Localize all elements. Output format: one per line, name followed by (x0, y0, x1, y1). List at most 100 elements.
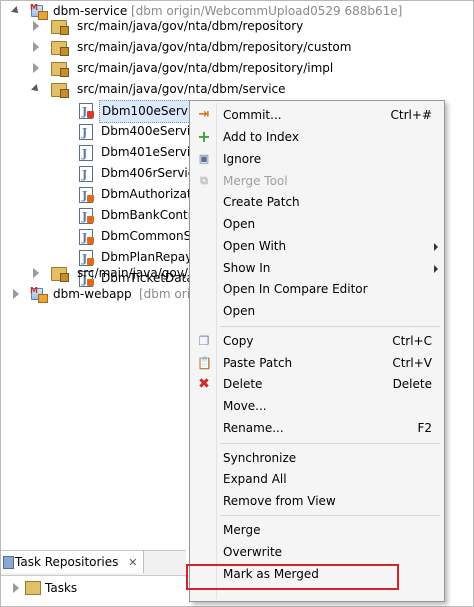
tab-task-repositories[interactable]: Task Repositories ✕ (1, 551, 145, 574)
tree-item-file[interactable]: Dbm401eServic (77, 142, 197, 164)
collapse-arrow-icon[interactable] (11, 289, 21, 299)
menu-item-merge-tool[interactable]: ⧉ Merge Tool (190, 171, 444, 192)
package-label: src/main/java/gov/nta/dbm/repository/cus… (77, 40, 352, 54)
file-label: DbmCommonS (101, 229, 192, 243)
menu-item-open[interactable]: Open (190, 214, 444, 235)
menu-item-synchronize[interactable]: Synchronize (190, 448, 444, 469)
menu-item-label: Expand All (223, 472, 287, 486)
expand-arrow-icon[interactable] (11, 6, 21, 16)
menu-item-label: Open With (223, 239, 287, 253)
collapse-arrow-icon[interactable] (31, 268, 41, 278)
menu-item-label: Rename... (223, 421, 284, 435)
submenu-arrow-icon (434, 243, 438, 251)
menu-item-merge[interactable]: Merge (190, 520, 444, 541)
tree-item-package[interactable]: src/main/java/gov/nta/dbm/repository (31, 16, 471, 37)
menu-item-label: Ignore (223, 152, 262, 166)
commit-icon: ⇥ (198, 107, 210, 122)
file-label: Dbm100eServic (99, 100, 201, 123)
close-icon[interactable]: ✕ (128, 552, 137, 574)
file-label: Dbm400eServic (101, 124, 197, 138)
java-file-modified-icon (79, 227, 94, 248)
menu-item-label: Merge (223, 523, 261, 537)
bottom-view-tabbar: Task Repositories ✕ (1, 550, 186, 576)
menu-item-move[interactable]: Move... (190, 396, 444, 417)
menu-item-label: Synchronize (223, 451, 297, 465)
menu-item-shortcut: Ctrl+C (392, 334, 432, 348)
file-label: DbmBankContr (101, 208, 193, 222)
package-icon (51, 41, 69, 56)
menu-item-open-in-compare-editor[interactable]: Open In Compare Editor (190, 279, 444, 300)
menu-item-shortcut: Delete (392, 377, 432, 391)
menu-item-delete[interactable]: ✖ Delete Delete (190, 374, 444, 395)
folder-icon (25, 581, 41, 595)
tree-item-file[interactable]: Dbm400eServic (77, 121, 197, 143)
tree-item-package[interactable]: src/main/java/gov/nta/dbm/r (31, 263, 247, 284)
menu-item-label: Open (223, 304, 256, 318)
file-label: Dbm406rServic (101, 166, 195, 180)
menu-item-commit[interactable]: ⇥ Commit... Ctrl+# (190, 105, 444, 126)
java-file-icon (79, 122, 93, 143)
menu-item-overwrite[interactable]: Overwrite (190, 542, 444, 563)
tree-item-file[interactable]: DbmBankContr (77, 205, 193, 227)
java-file-modified-icon (79, 185, 94, 206)
task-repository-icon (3, 556, 14, 569)
delete-icon: ✖ (198, 376, 210, 392)
ignore-icon: ▣ (198, 152, 210, 165)
menu-item-paste-patch[interactable]: 📋 Paste Patch Ctrl+V (190, 353, 444, 374)
tree-item-package[interactable]: src/main/java/gov/nta/dbm/repository/cus… (31, 37, 471, 58)
context-menu: ⇥ Commit... Ctrl+# + Add to Index ▣ Igno… (189, 100, 445, 602)
menu-item-ignore[interactable]: ▣ Ignore (190, 149, 444, 170)
tree-item-package-service[interactable]: src/main/java/gov/nta/dbm/service (31, 79, 471, 100)
menu-item-label: Merge Tool (223, 174, 288, 188)
tree-item-file[interactable]: DbmCommonS (77, 226, 192, 248)
menu-separator (220, 515, 440, 516)
menu-item-label: Delete (223, 377, 263, 391)
menu-item-rename[interactable]: Rename... F2 (190, 418, 444, 439)
collapse-arrow-icon[interactable] (31, 63, 41, 73)
menu-item-shortcut: F2 (417, 421, 432, 435)
tree-item-package[interactable]: src/main/java/gov/nta/dbm/repository/imp… (31, 58, 471, 79)
expand-arrow-icon[interactable] (31, 84, 41, 94)
menu-item-label: Show In (223, 261, 271, 275)
menu-item-label: Remove from View (223, 494, 336, 508)
menu-item-label: Paste Patch (223, 356, 293, 370)
eclipse-package-explorer-window: dbm-service [dbm origin/WebcommUpload052… (0, 0, 474, 607)
java-file-modified-icon (79, 101, 94, 122)
menu-separator (220, 326, 440, 327)
collapse-arrow-icon[interactable] (31, 21, 41, 31)
menu-item-show-in[interactable]: Show In (190, 258, 444, 279)
collapse-arrow-icon[interactable] (11, 583, 21, 593)
menu-item-copy[interactable]: ❐ Copy Ctrl+C (190, 331, 444, 352)
paste-icon: 📋 (197, 356, 212, 370)
tree-item-file[interactable]: DbmAuthorizat (77, 184, 192, 206)
menu-item-open-2[interactable]: Open (190, 301, 444, 322)
menu-item-label: Create Patch (223, 195, 300, 209)
menu-item-label: Open In Compare Editor (223, 282, 368, 296)
menu-item-label: Overwrite (223, 545, 283, 559)
tab-label: Task Repositories (15, 555, 119, 569)
menu-item-add-to-index[interactable]: + Add to Index (190, 127, 444, 148)
file-label: DbmAuthorizat (101, 187, 192, 201)
annotation-highlight-box (186, 564, 399, 590)
tasks-label: Tasks (45, 581, 78, 595)
menu-item-remove-from-view[interactable]: Remove from View (190, 491, 444, 512)
menu-item-open-with[interactable]: Open With (190, 236, 444, 257)
collapse-arrow-icon[interactable] (31, 42, 41, 52)
package-label: src/main/java/gov/nta/dbm/repository (77, 19, 304, 33)
java-file-icon (79, 143, 93, 164)
menu-item-label: Add to Index (223, 130, 299, 144)
plus-icon: + (197, 127, 211, 146)
menu-item-label: Open (223, 217, 256, 231)
package-icon (51, 83, 69, 98)
package-label: src/main/java/gov/nta/dbm/repository/imp… (77, 61, 334, 75)
tree-item-file[interactable]: Dbm406rServic (77, 163, 195, 185)
package-icon (51, 62, 69, 77)
menu-item-expand-all[interactable]: Expand All (190, 469, 444, 490)
menu-item-label: Commit... (223, 108, 282, 122)
submenu-arrow-icon (434, 265, 438, 273)
menu-item-create-patch[interactable]: Create Patch (190, 192, 444, 213)
package-label: src/main/java/gov/nta/dbm/service (77, 82, 286, 96)
java-file-modified-icon (79, 206, 94, 227)
tree-item-dbm-webapp[interactable]: dbm-webapp [dbm origi (5, 280, 201, 305)
copy-icon: ❐ (198, 334, 210, 348)
